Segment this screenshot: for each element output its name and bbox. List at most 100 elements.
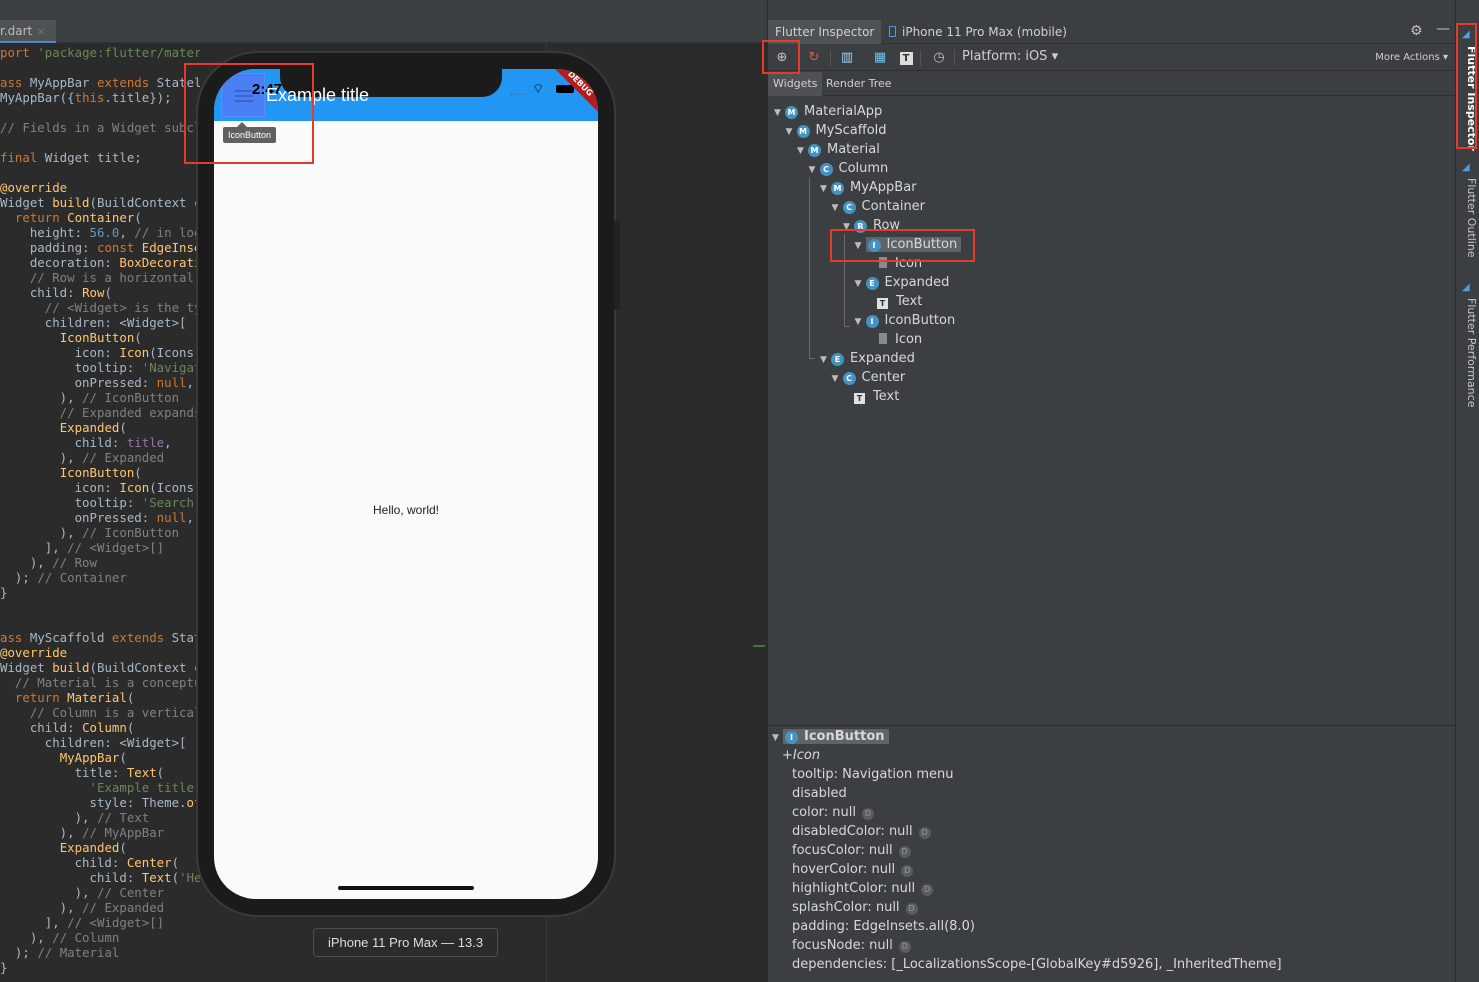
code-token: // Expanded expands [0, 405, 200, 420]
property-row[interactable]: hoverColor: null D [792, 860, 914, 879]
clock-icon[interactable]: ◷ [929, 48, 949, 68]
tree-node-label: Material [827, 142, 880, 157]
code-line: IconButton( [0, 330, 142, 345]
code-token: ], [0, 915, 68, 930]
bar-chart-icon[interactable]: ▥ [837, 48, 857, 68]
text-T-icon[interactable]: T [896, 48, 916, 68]
code-token: final [0, 150, 45, 165]
property-row[interactable]: tooltip: Navigation menu [792, 765, 953, 784]
property-row[interactable]: +Icon [782, 746, 820, 765]
highlight-box-tree [830, 229, 975, 262]
tab-render-tree[interactable]: Render Tree [821, 72, 897, 96]
property-text: hoverColor: null [792, 862, 896, 877]
expand-arrow-icon[interactable]: ▼ [786, 123, 797, 142]
expand-arrow-icon[interactable]: ▼ [809, 161, 820, 180]
tab-device[interactable]: iPhone 11 Pro Max (mobile) [882, 20, 1074, 44]
tree-node[interactable]: ▼ C Container [832, 197, 926, 218]
code-token: onPressed: [0, 375, 157, 390]
tree-node[interactable]: ▼ M Material [797, 140, 880, 159]
tree-node[interactable]: ▼ I IconButton [855, 311, 955, 332]
property-row[interactable]: focusColor: null D [792, 841, 911, 860]
tree-node[interactable]: ▼ E Expanded [855, 273, 950, 294]
property-row[interactable]: splashColor: null D [792, 898, 918, 917]
code-area[interactable]: port 'package:flutter/material.dart'; ass… [0, 45, 200, 982]
tree-node[interactable]: ▼ C Column [809, 159, 888, 180]
expand-arrow-icon[interactable]: ▼ [774, 104, 785, 123]
widget-tree[interactable]: ▼ M MaterialApp ▼ M MyScaffold ▼ M Material ▼ C Col… [768, 97, 1456, 725]
body-text: Hello, world! [372, 503, 440, 517]
close-icon[interactable]: × [36, 25, 45, 38]
details-header[interactable]: ▼ I IconButton [772, 727, 889, 746]
property-row[interactable]: padding: EdgeInsets.all(8.0) [792, 917, 975, 936]
tree-node[interactable]: ▼ M MyScaffold [786, 121, 887, 140]
rail-flutter-outline[interactable]: Flutter Outline [1458, 178, 1478, 258]
minimize-icon[interactable]: — [1436, 21, 1450, 37]
tree-node[interactable]: T Text [866, 292, 922, 311]
code-token: Widget [0, 195, 53, 210]
default-value-icon: D [862, 808, 874, 820]
property-row[interactable]: disabledColor: null D [792, 822, 931, 841]
property-row[interactable]: focusNode: null D [792, 936, 911, 955]
code-token: tooltip: [0, 495, 142, 510]
platform-dropdown[interactable]: Platform: iOS ▾ [962, 49, 1058, 64]
widget-badge-icon: M [808, 144, 821, 157]
tree-node[interactable]: Icon [866, 330, 922, 349]
expand-arrow-icon[interactable]: ▼ [855, 275, 866, 294]
tree-node[interactable]: ▼ C Center [832, 368, 905, 389]
more-actions-dropdown[interactable]: More Actions ▾ [1375, 52, 1448, 63]
device-name-label: iPhone 11 Pro Max — 13.3 [313, 928, 498, 957]
details-title: IconButton [804, 729, 885, 744]
tree-node-label: Container [861, 199, 926, 214]
code-token: BoxDecoration [119, 255, 200, 270]
simulator-screen[interactable]: 2:47 Example title ···· ⌔ DEBUG IconButt… [214, 69, 598, 899]
tree-node-label: Expanded [884, 275, 950, 290]
tree-node-content: T Text [854, 389, 899, 404]
code-line: 'Example title', [0, 780, 200, 795]
tab-flutter-inspector-label: Flutter Inspector [775, 25, 875, 39]
signal-icon: ···· [510, 90, 527, 101]
code-token: Text [126, 765, 157, 780]
code-token: return [14, 690, 68, 705]
property-row[interactable]: color: null D [792, 803, 874, 822]
tab-widgets[interactable]: Widgets [768, 72, 823, 96]
code-line: @override [0, 180, 67, 195]
widget-details[interactable]: ▼ I IconButton +Icon tooltip: Navigation men… [768, 725, 1456, 982]
code-token: children: <Widget>[ [0, 735, 187, 750]
phone-icon [889, 26, 896, 37]
tree-node[interactable]: T Text [843, 387, 899, 406]
expand-arrow-icon[interactable]: ▼ [820, 180, 831, 199]
expand-arrow-icon[interactable]: ▼ [820, 351, 831, 370]
code-token: // Column is a vertical, [0, 705, 200, 720]
property-row[interactable]: disabled [792, 784, 847, 803]
code-token: this [74, 90, 105, 105]
tree-node[interactable]: ▼ M MyAppBar [820, 178, 917, 197]
expand-arrow-icon[interactable]: ▼ [855, 313, 866, 332]
checker-icon[interactable]: ▦ [870, 48, 890, 68]
tree-connector [809, 358, 815, 359]
property-row[interactable]: dependencies: [_LocalizationsScope-[Glob… [792, 955, 1282, 974]
code-token: 'Hello [179, 870, 200, 885]
code-line: @override [0, 645, 67, 660]
rail-flutter-performance[interactable]: Flutter Performance [1458, 298, 1478, 407]
property-text: focusColor: null [792, 843, 893, 858]
expand-arrow-icon[interactable]: ▼ [832, 370, 843, 389]
code-token: ( [134, 210, 142, 225]
editor-tab[interactable]: r.dart × [0, 20, 56, 43]
code-token: ], [0, 540, 68, 555]
property-row[interactable]: highlightColor: null D [792, 879, 934, 898]
code-token: @override [0, 180, 68, 195]
code-token: ), [0, 450, 83, 465]
code-token: tooltip: [0, 360, 142, 375]
editor-tab-label: r.dart [0, 24, 33, 38]
tree-node[interactable]: ▼ E Expanded [820, 349, 915, 368]
gear-icon[interactable]: ⚙ [1410, 23, 1423, 39]
code-token: decoration: [0, 255, 120, 270]
code-line: ass MyScaffold extends StatelessWidget [0, 630, 200, 645]
tree-node[interactable]: ▼ M MaterialApp [774, 102, 882, 121]
expand-arrow-icon[interactable]: ▼ [797, 142, 808, 161]
code-token: Expanded [59, 840, 120, 855]
property-text: focusNode: null [792, 938, 893, 953]
refresh-icon[interactable]: ↻ [804, 48, 824, 68]
expand-arrow-icon[interactable]: ▼ [832, 199, 843, 218]
